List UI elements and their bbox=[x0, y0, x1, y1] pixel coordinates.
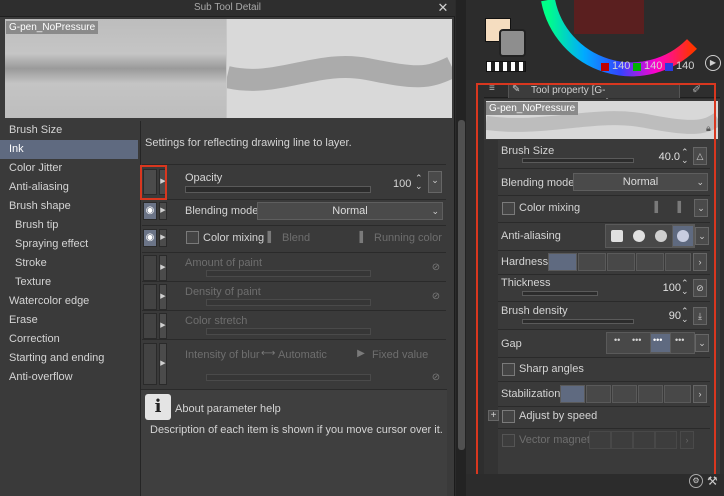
sub-tool-detail-window: Sub Tool Detail ✕ G-pen_NoPressure Brush… bbox=[0, 0, 455, 496]
close-icon[interactable]: ✕ bbox=[436, 0, 450, 16]
opacity-chevron-down-icon[interactable]: ⌄ bbox=[428, 171, 442, 193]
blending-mode-label: Blending mode bbox=[185, 205, 259, 217]
divider bbox=[142, 281, 446, 282]
brush-stroke-curve bbox=[227, 55, 452, 91]
category-anti-overflow[interactable]: Anti-overflow bbox=[0, 368, 138, 387]
wrench-icon[interactable]: ⚒ bbox=[707, 474, 718, 488]
divider bbox=[142, 310, 446, 311]
blur-pressure-checkbox[interactable] bbox=[143, 343, 157, 385]
bottom-toolbar: ⚙ ⚒ bbox=[466, 474, 724, 496]
blue-value: 140 bbox=[676, 60, 695, 72]
intensity-of-blur-slider[interactable] bbox=[206, 374, 371, 381]
divider bbox=[142, 225, 446, 226]
link-icon: ⊘ bbox=[431, 262, 441, 273]
chevron-down-icon: ⌄ bbox=[431, 206, 439, 216]
category-ink[interactable]: Ink bbox=[0, 140, 138, 159]
amount-of-paint-slider[interactable] bbox=[206, 270, 371, 277]
opacity-spinner[interactable]: ⌃ ⌄ bbox=[415, 174, 423, 191]
brush-tip-preview bbox=[227, 19, 452, 118]
category-starting-and-ending[interactable]: Starting and ending bbox=[0, 349, 138, 368]
intensity-of-blur-label: Intensity of blur bbox=[185, 349, 260, 361]
category-spraying-effect[interactable]: Spraying effect bbox=[0, 235, 138, 254]
brush-preview-label: G-pen_NoPressure bbox=[6, 21, 99, 34]
category-color-jitter[interactable]: Color Jitter bbox=[0, 159, 138, 178]
category-anti-aliasing[interactable]: Anti-aliasing bbox=[0, 178, 138, 197]
category-stroke[interactable]: Stroke bbox=[0, 254, 138, 273]
info-icon: i bbox=[145, 394, 171, 420]
play-icon[interactable]: ▶ bbox=[705, 55, 721, 71]
blending-expand-icon[interactable]: ▶ bbox=[159, 202, 167, 220]
settings-icon[interactable]: ⚙ bbox=[689, 474, 703, 488]
opacity-label: Opacity bbox=[185, 172, 223, 184]
divider bbox=[142, 252, 446, 253]
category-erase[interactable]: Erase bbox=[0, 311, 138, 330]
divider bbox=[142, 164, 446, 165]
brush-preview: G-pen_NoPressure bbox=[5, 19, 452, 118]
red-value: 140 bbox=[612, 60, 631, 72]
fixed-value-icon: ▶ bbox=[357, 348, 365, 359]
settings-note: Settings for reflecting drawing line to … bbox=[145, 137, 352, 149]
blend-option[interactable]: Blend bbox=[282, 232, 310, 244]
blending-mode-value: Normal bbox=[332, 205, 368, 217]
help-title: About parameter help bbox=[175, 403, 281, 415]
blue-channel-icon bbox=[665, 63, 673, 71]
category-texture[interactable]: Texture bbox=[0, 273, 138, 292]
red-channel-icon bbox=[601, 63, 609, 71]
automatic-icon: ⟷ bbox=[261, 348, 276, 359]
category-brush-size[interactable]: Brush Size bbox=[0, 121, 138, 140]
help-description: Description of each item is shown if you… bbox=[150, 424, 443, 436]
color-stretch-slider[interactable] bbox=[206, 328, 371, 335]
stretch-pressure-checkbox[interactable] bbox=[143, 313, 157, 339]
fixed-value-option[interactable]: Fixed value bbox=[372, 349, 428, 361]
opacity-value: 100 bbox=[393, 178, 412, 190]
running-color-icon: ▌ bbox=[359, 232, 367, 243]
settings-content: Settings for reflecting drawing line to … bbox=[141, 121, 453, 496]
blend-icon: ▌ bbox=[267, 232, 275, 243]
density-pressure-checkbox[interactable] bbox=[143, 284, 157, 310]
running-color-option[interactable]: Running color bbox=[374, 232, 442, 244]
divider bbox=[142, 339, 446, 340]
eye-icon[interactable]: ◉ bbox=[143, 229, 157, 247]
automatic-option[interactable]: Automatic bbox=[278, 349, 327, 361]
blur-expand-icon[interactable]: ▶ bbox=[159, 343, 167, 385]
window-title: Sub Tool Detail bbox=[193, 2, 262, 13]
color-mixing-checkbox[interactable] bbox=[186, 231, 199, 244]
category-correction[interactable]: Correction bbox=[0, 330, 138, 349]
color-stretch-label: Color stretch bbox=[185, 315, 248, 327]
category-list: Brush Size Ink Color Jitter Anti-aliasin… bbox=[0, 121, 140, 496]
category-watercolor-edge[interactable]: Watercolor edge bbox=[0, 292, 138, 311]
parameter-help-box: i About parameter help Description of ea… bbox=[141, 389, 447, 496]
transparent-color-swatch[interactable] bbox=[486, 61, 526, 72]
color-mixing-expand-icon[interactable]: ▶ bbox=[159, 229, 167, 247]
blending-mode-select[interactable]: Normal ⌄ bbox=[257, 202, 443, 220]
link-icon: ⊘ bbox=[431, 372, 441, 383]
scrollbar[interactable] bbox=[458, 120, 465, 450]
category-brush-shape[interactable]: Brush shape bbox=[0, 197, 138, 216]
amount-pressure-checkbox[interactable] bbox=[143, 255, 157, 281]
highlight-box bbox=[476, 83, 716, 476]
highlight-box bbox=[140, 165, 167, 200]
category-brush-tip[interactable]: Brush tip bbox=[0, 216, 138, 235]
stretch-expand-icon[interactable]: ▶ bbox=[159, 313, 167, 339]
link-icon: ⊘ bbox=[431, 291, 441, 302]
opacity-slider[interactable] bbox=[185, 186, 371, 193]
density-expand-icon[interactable]: ▶ bbox=[159, 284, 167, 310]
eye-icon[interactable]: ◉ bbox=[143, 202, 157, 220]
color-mixing-label: Color mixing bbox=[203, 232, 265, 244]
density-of-paint-label: Density of paint bbox=[185, 286, 261, 298]
background-color-swatch[interactable] bbox=[499, 29, 526, 57]
green-channel-icon bbox=[633, 63, 641, 71]
amount-expand-icon[interactable]: ▶ bbox=[159, 255, 167, 281]
density-of-paint-slider[interactable] bbox=[206, 299, 371, 306]
amount-of-paint-label: Amount of paint bbox=[185, 257, 263, 269]
green-value: 140 bbox=[644, 60, 663, 72]
divider bbox=[142, 199, 446, 200]
